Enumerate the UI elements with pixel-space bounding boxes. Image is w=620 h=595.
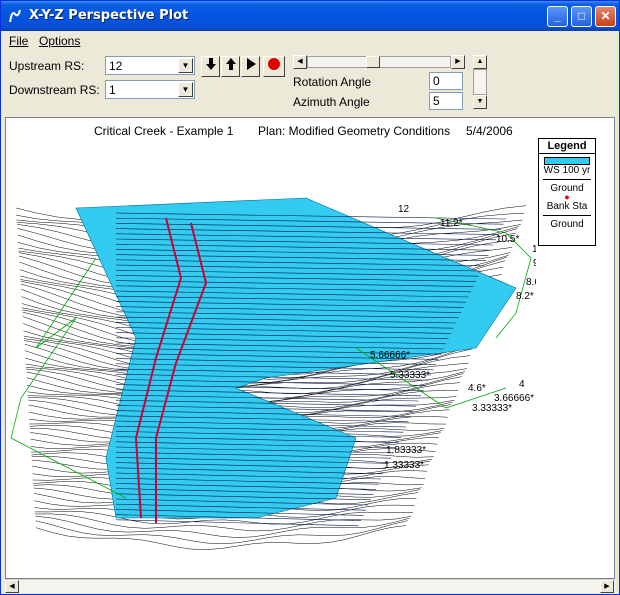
station-label: 4.6* <box>468 383 486 394</box>
legend: Legend WS 100 yr Ground ● Bank Sta Groun… <box>538 138 596 246</box>
maximize-button[interactable]: □ <box>571 6 592 27</box>
station-label: 8.6* <box>526 277 536 288</box>
perspective-plot[interactable]: Critical Creek - Example 1 Plan: Modifie… <box>5 117 615 579</box>
legend-ws: WS 100 yr <box>543 165 591 176</box>
plot-window: X-Y-Z Perspective Plot _ □ ✕ File Option… <box>0 0 620 595</box>
downstream-select[interactable]: 1 ▼ <box>105 80 195 99</box>
record-button[interactable] <box>263 56 285 77</box>
vertical-slider[interactable] <box>473 69 487 95</box>
chevron-down-icon[interactable]: ▼ <box>178 82 193 97</box>
move-up-button[interactable] <box>221 56 240 77</box>
scroll-left-arrow[interactable]: ◀ <box>5 580 19 593</box>
menu-options[interactable]: Options <box>39 34 80 48</box>
station-label: 12 <box>398 204 410 215</box>
slider-right-arrow[interactable]: ▶ <box>451 55 465 69</box>
minimize-button[interactable]: _ <box>547 6 568 27</box>
play-button[interactable] <box>241 56 260 77</box>
legend-ground-2: Ground <box>550 219 584 230</box>
station-label: 4 <box>519 379 525 390</box>
station-label: 10 <box>532 244 536 255</box>
station-label: 3.33333* <box>472 403 512 414</box>
bank-dot-icon: ● <box>564 192 570 202</box>
ground-line <box>35 525 407 550</box>
rotation-label: Rotation Angle <box>293 75 372 89</box>
move-down-button[interactable] <box>201 56 220 77</box>
plan-title: Plan: Modified Geometry Conditions <box>258 124 451 138</box>
slider-thumb[interactable] <box>366 56 380 68</box>
station-label: 5.66666* <box>370 350 410 361</box>
record-icon <box>268 58 280 70</box>
toolbar: Upstream RS: 12 ▼ Downstream RS: 1 ▼ ◀ ▶… <box>1 51 619 117</box>
upstream-select[interactable]: 12 ▼ <box>105 56 195 75</box>
ground-line <box>35 520 408 545</box>
station-label: 8.2* <box>516 291 534 302</box>
legend-divider <box>543 179 591 180</box>
plot-date: 5/4/2006 <box>466 124 513 138</box>
water-swatch <box>544 157 590 165</box>
scroll-right-arrow[interactable]: ▶ <box>600 580 614 593</box>
menu-bar: File Options <box>1 31 619 51</box>
app-icon <box>9 9 21 23</box>
downstream-label: Downstream RS: <box>9 83 100 97</box>
close-button[interactable]: ✕ <box>595 6 616 27</box>
upstream-label: Upstream RS: <box>9 59 85 73</box>
azimuth-label: Azimuth Angle <box>293 95 370 109</box>
upstream-value: 12 <box>109 59 123 73</box>
rotation-input[interactable]: 0 <box>429 72 463 90</box>
spinner-up-arrow[interactable]: ▲ <box>473 55 487 69</box>
menu-file[interactable]: File <box>9 34 28 48</box>
station-label: 1.83333* <box>386 445 426 456</box>
legend-title: Legend <box>539 139 595 154</box>
title-bar[interactable]: X-Y-Z Perspective Plot _ □ ✕ <box>1 1 619 31</box>
arrow-down-icon <box>205 58 216 70</box>
spinner-down-arrow[interactable]: ▼ <box>473 95 487 109</box>
station-label: 11.2* <box>440 218 463 229</box>
station-label: 5.33333* <box>390 370 430 381</box>
slider-left-arrow[interactable]: ◀ <box>293 55 307 69</box>
horizontal-scrollbar[interactable]: ◀ ▶ <box>5 579 615 593</box>
legend-divider <box>543 215 591 216</box>
downstream-value: 1 <box>109 83 116 97</box>
arrow-up-icon <box>225 58 236 70</box>
station-label: 1.33333* <box>384 460 424 471</box>
project-title: Critical Creek - Example 1 <box>94 124 234 138</box>
terrain-plot: 12 11.2* 10.5* 10 9.16666* 8.6* 8.2* 5.66666* 5.… <box>10 197 536 550</box>
station-label: 9.16666* <box>533 258 536 269</box>
chevron-down-icon[interactable]: ▼ <box>178 58 193 73</box>
rotation-slider[interactable] <box>307 56 451 68</box>
window-title: X-Y-Z Perspective Plot <box>29 8 189 23</box>
legend-bank: Bank Sta <box>546 201 588 212</box>
station-label: 10.5* <box>496 234 519 245</box>
play-icon <box>246 58 256 70</box>
azimuth-input[interactable]: 5 <box>429 92 463 110</box>
